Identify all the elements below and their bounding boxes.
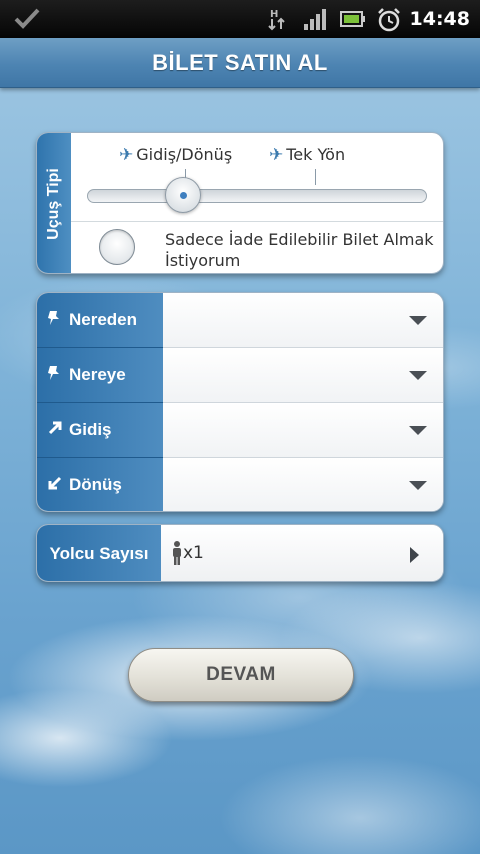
trip-type-slider-thumb[interactable]	[165, 177, 201, 213]
passenger-count: x1	[183, 543, 204, 563]
option-round-trip-label: Gidiş/Dönüş	[136, 145, 233, 164]
title-bar: BİLET SATIN AL	[0, 38, 480, 88]
arrow-down-left-icon	[47, 475, 63, 496]
return-label: Dönüş	[69, 475, 122, 494]
check-icon	[14, 8, 40, 29]
clock-time: 14:48	[409, 8, 470, 30]
to-label-cell: Nereye	[37, 348, 163, 403]
departure-label-cell: Gidiş	[37, 403, 163, 458]
from-dropdown[interactable]	[163, 293, 443, 348]
row-return[interactable]: Dönüş	[37, 458, 443, 511]
slider-tick-one-way	[315, 169, 316, 185]
continue-button[interactable]: DEVAM	[128, 648, 354, 702]
from-label-cell: Nereden	[37, 293, 163, 348]
departure-label: Gidiş	[69, 420, 112, 439]
option-one-way[interactable]: ✈ Tek Yön	[269, 145, 345, 165]
passenger-label: Yolcu Sayısı	[37, 525, 161, 581]
chevron-down-icon	[409, 426, 427, 435]
option-one-way-label: Tek Yön	[286, 145, 346, 164]
refundable-checkbox[interactable]	[99, 229, 135, 265]
chevron-down-icon	[409, 316, 427, 325]
status-bar: H 14:48	[0, 0, 480, 38]
trip-type-slider-track[interactable]	[87, 189, 427, 203]
person-icon	[173, 541, 181, 565]
airplane-icon: ✈	[119, 145, 134, 165]
return-label-cell: Dönüş	[37, 458, 163, 511]
signal-icon	[304, 9, 326, 30]
trip-type-section-label: Uçuş Tipi	[37, 133, 71, 273]
alarm-clock-icon	[378, 8, 400, 32]
trip-type-label-text: Uçuş Tipi	[45, 168, 62, 240]
page-title: BİLET SATIN AL	[152, 50, 328, 75]
passenger-selector[interactable]: x1	[161, 525, 443, 581]
battery-icon	[340, 11, 365, 27]
passenger-card[interactable]: Yolcu Sayısı x1	[36, 524, 444, 582]
to-label: Nereye	[69, 365, 126, 384]
to-dropdown[interactable]	[163, 348, 443, 403]
refundable-label: Sadece İade Edilebilir Bilet Almak İstiy…	[165, 230, 434, 270]
data-transfer-icon: H	[268, 9, 285, 31]
svg-text:H: H	[270, 9, 278, 20]
route-card: Nereden Nereye Gidiş Dönüş	[36, 292, 444, 512]
trip-type-card: Uçuş Tipi ✈ Gidiş/Dönüş ✈ Tek Yön Sadece İ…	[36, 132, 444, 274]
pin-icon	[47, 364, 63, 387]
divider	[71, 221, 443, 222]
arrow-up-right-icon	[47, 420, 63, 441]
row-from[interactable]: Nereden	[37, 293, 443, 348]
departure-date-dropdown[interactable]	[163, 403, 443, 458]
airplane-icon: ✈	[269, 145, 284, 165]
from-label: Nereden	[69, 310, 138, 329]
chevron-right-icon	[410, 547, 419, 563]
option-round-trip[interactable]: ✈ Gidiş/Dönüş	[119, 145, 232, 165]
row-to[interactable]: Nereye	[37, 348, 443, 403]
pin-icon	[47, 309, 63, 332]
chevron-down-icon	[409, 371, 427, 380]
row-departure[interactable]: Gidiş	[37, 403, 443, 458]
return-date-dropdown[interactable]	[163, 458, 443, 511]
chevron-down-icon	[409, 481, 427, 490]
